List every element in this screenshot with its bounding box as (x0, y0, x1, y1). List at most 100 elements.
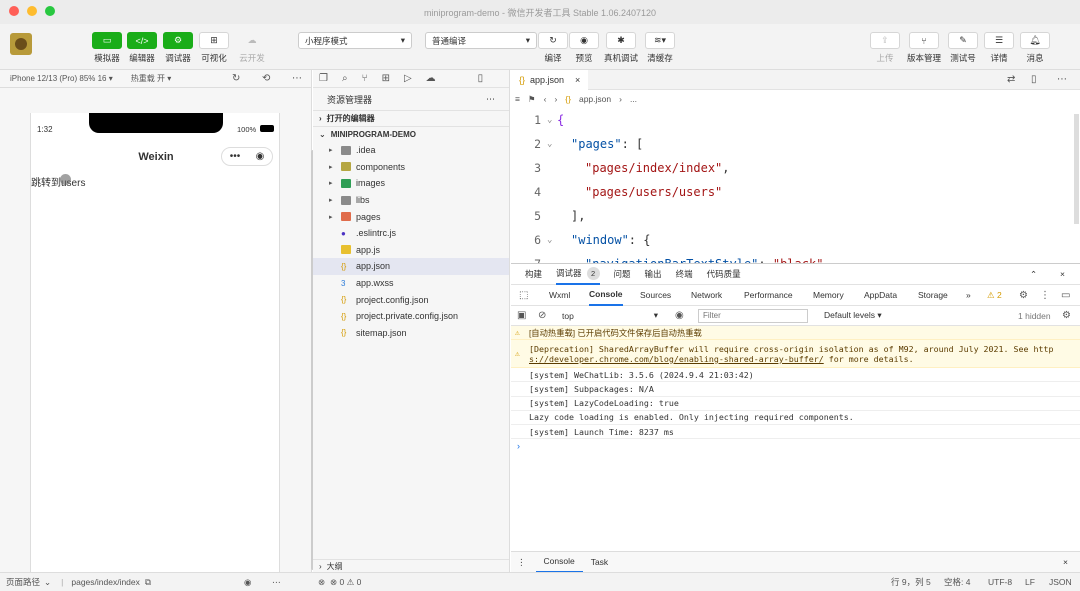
extensions-icon[interactable]: ⊞ (382, 73, 390, 84)
more-icon[interactable]: ⋯ (292, 73, 302, 84)
inspect-icon[interactable]: ⬚ (519, 290, 528, 301)
console-prompt[interactable]: › (511, 439, 1080, 453)
device-select[interactable]: iPhone 12/13 (Pro) 85% 16 ▾ (10, 74, 113, 83)
file-item[interactable]: {} app.json (313, 258, 509, 275)
visualize-button[interactable]: ⊞ 可视化 (199, 32, 229, 64)
search-icon[interactable]: ⌕ (342, 73, 348, 84)
editor-scrollbar[interactable] (1074, 114, 1079, 224)
compare-icon[interactable]: ⇄ (1007, 74, 1015, 85)
filter-input[interactable] (698, 308, 808, 323)
real-debug-button[interactable]: ✱ 真机调试 (604, 32, 638, 64)
overflow-icon[interactable]: » (966, 290, 971, 300)
simulator-button[interactable]: ▭ 模拟器 (92, 32, 122, 64)
folder-item[interactable]: ▸ pages (313, 208, 509, 225)
files-icon[interactable]: ❐ (319, 73, 328, 84)
devtools-tab[interactable]: Memory (813, 285, 844, 306)
close-icon[interactable]: × (575, 75, 580, 85)
file-item[interactable]: {} project.config.json (313, 291, 509, 308)
eye-icon[interactable]: ◉ (244, 577, 251, 588)
debug-tab[interactable]: 调试器 2 (556, 264, 600, 285)
levels-select[interactable]: Default levels ▾ (824, 310, 882, 321)
more-icon[interactable]: ⋯ (486, 94, 495, 105)
compile-select[interactable]: 普通编译 ▾ (425, 32, 537, 49)
hotreload-select[interactable]: 热重载 开 ▾ (131, 73, 171, 84)
fold-icon[interactable]: ⌄ (547, 235, 557, 245)
more-icon[interactable]: ⋮ (517, 557, 526, 568)
clear-cache-button[interactable]: ≋▾ 清缓存 (645, 32, 675, 64)
folder-item[interactable]: ▸ .idea (313, 142, 509, 159)
collapse-icon[interactable]: ⊗ (318, 577, 325, 588)
test-account-button[interactable]: ✎ 测试号 (948, 32, 978, 64)
rotate-icon[interactable]: ⟲ (262, 73, 270, 84)
debug-tab[interactable]: 构建 (525, 264, 542, 285)
context-select[interactable]: top ▾ (556, 309, 664, 323)
capsule-menu[interactable]: ••• ◉ (221, 147, 273, 166)
file-item[interactable]: {} sitemap.json (313, 325, 509, 342)
gear-icon[interactable]: ⚙ (1062, 310, 1071, 321)
eol[interactable]: LF (1025, 577, 1035, 587)
close-icon[interactable]: × (1060, 269, 1065, 279)
source-control-icon[interactable]: ⑂ (362, 73, 368, 84)
tab-console[interactable]: Console (535, 552, 583, 573)
gear-icon[interactable]: ⚙ (1019, 290, 1028, 301)
more-icon[interactable]: ⋯ (1057, 74, 1067, 85)
tab-task[interactable]: Task (583, 557, 616, 567)
dock-icon[interactable]: ▭ (1061, 290, 1070, 301)
fold-icon[interactable]: ⌄ (547, 115, 557, 125)
close-window-button[interactable] (9, 6, 19, 16)
chevron-up-icon[interactable]: ⌃ (1030, 269, 1037, 280)
details-button[interactable]: ☰ 详情 (984, 32, 1014, 64)
code-area[interactable]: 1 ⌄{2 ⌄ "pages": [3 "pages/index/index", 4 "pa… (511, 108, 1080, 263)
file-item[interactable]: ● .eslintrc.js (313, 225, 509, 242)
debugger-button[interactable]: ⚙ 调试器 (163, 32, 193, 64)
back-icon[interactable]: ‹ (544, 94, 547, 104)
navigate-link[interactable]: 跳转到users (31, 174, 85, 189)
devtools-tab[interactable]: Storage (918, 285, 948, 306)
more-icon[interactable]: ⋮ (1040, 290, 1050, 301)
indent-setting[interactable]: 空格: 4 (944, 576, 970, 588)
split-icon[interactable]: ▯ (478, 73, 484, 84)
language-mode[interactable]: JSON (1049, 577, 1072, 587)
outline-section[interactable]: › 大纲 (313, 559, 509, 572)
cloud-button[interactable]: ☁ 云开发 (237, 32, 267, 64)
minimize-window-button[interactable] (27, 6, 37, 16)
message-link[interactable]: s://developer.chrome.com/blog/enabling-s… (529, 354, 824, 364)
copy-icon[interactable]: ⧉ (145, 577, 151, 588)
devtools-tab[interactable]: AppData (864, 285, 897, 306)
cloud-icon[interactable]: ☁ (426, 73, 436, 84)
file-item[interactable]: {} project.private.config.json (313, 308, 509, 325)
eye-icon[interactable]: ◉ (675, 310, 684, 321)
messages-button[interactable]: 🔔︎ 消息 (1020, 32, 1050, 64)
folder-item[interactable]: ▸ libs (313, 192, 509, 209)
page-path-label[interactable]: 页面路径 (6, 576, 40, 588)
version-button[interactable]: ⑂ 版本管理 (907, 32, 941, 64)
mode-select[interactable]: 小程序模式 ▾ (298, 32, 412, 49)
editor-button[interactable]: </> 编辑器 (127, 32, 157, 64)
forward-icon[interactable]: › (554, 94, 557, 104)
encoding[interactable]: UTF-8 (988, 577, 1012, 587)
split-editor-icon[interactable]: ▯ (1031, 74, 1037, 85)
close-target-icon[interactable]: ◉ (256, 151, 265, 162)
debug-tab[interactable]: 终端 (676, 264, 693, 285)
sidebar-icon[interactable]: ▣ (517, 310, 526, 321)
close-icon[interactable]: × (1063, 557, 1068, 567)
error-status[interactable]: ⊗ 0 ⚠ 0 (330, 577, 361, 588)
warning-count[interactable]: ⚠ 2 (987, 290, 1002, 301)
file-item[interactable]: 3 app.wxss (313, 275, 509, 292)
folder-item[interactable]: ▸ components (313, 159, 509, 176)
project-section[interactable]: ⌄ MINIPROGRAM-DEMO (313, 126, 509, 142)
clear-icon[interactable]: ⊘ (538, 310, 546, 321)
open-editors-section[interactable]: › 打开的编辑器 (313, 110, 509, 126)
cursor-position[interactable]: 行 9，列 5 (891, 576, 931, 588)
file-item[interactable]: app.js (313, 242, 509, 259)
debug-tab[interactable]: 代码质量 (707, 264, 741, 285)
page-path[interactable]: pages/index/index (71, 577, 140, 587)
compile-button[interactable]: ↻ 编译 (538, 32, 568, 64)
devtools-tab[interactable]: Network (691, 285, 722, 306)
debug-icon[interactable]: ▷ (404, 73, 412, 84)
preview-button[interactable]: ◉ 预览 (569, 32, 599, 64)
devtools-tab[interactable]: Wxml (549, 285, 570, 306)
upload-button[interactable]: ⇪ 上传 (870, 32, 900, 64)
devtools-tab[interactable]: Sources (640, 285, 671, 306)
refresh-icon[interactable]: ↻ (232, 73, 240, 84)
